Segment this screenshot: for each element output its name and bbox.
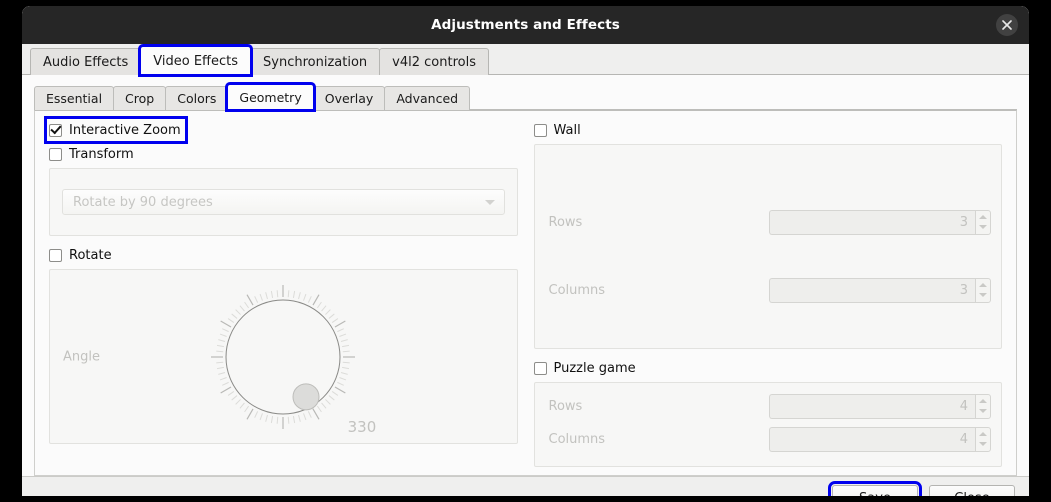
- tab-synchronization[interactable]: Synchronization: [250, 48, 381, 75]
- checkbox-indicator: [533, 361, 547, 375]
- puzzle-rows-value[interactable]: 4: [769, 393, 975, 419]
- save-mnemonic: S: [859, 491, 867, 496]
- geometry-panel: Interactive Zoom Transform Rotate by 90 …: [34, 110, 1017, 476]
- transform-mode-select[interactable]: Rotate by 90 degrees: [62, 189, 505, 215]
- subtab-label: Colors: [177, 91, 217, 106]
- puzzle-columns-label: Columns: [548, 431, 606, 447]
- tab-v4l2-controls[interactable]: v4l2 controls: [379, 48, 489, 75]
- wall-columns-spinbox[interactable]: 3: [769, 277, 991, 303]
- interactive-zoom-label: Interactive Zoom: [69, 122, 181, 138]
- subtab-overlay[interactable]: Overlay: [312, 86, 386, 110]
- checkbox-indicator: [533, 123, 547, 137]
- transform-group: Rotate by 90 degrees: [49, 168, 518, 236]
- wall-group: Rows 3 Columns 3: [533, 144, 1002, 349]
- puzzle-game-checkbox[interactable]: Puzzle game: [533, 357, 1003, 379]
- transform-label: Transform: [69, 146, 134, 162]
- puzzle-columns-row: Columns 4: [535, 424, 1002, 454]
- geometry-left-column: Interactive Zoom Transform Rotate by 90 …: [41, 116, 526, 467]
- spinner-down-icon[interactable]: [979, 408, 987, 413]
- geometry-right-column: Wall Rows 3 Columns 3 Puzzle game Rows 4…: [526, 119, 1011, 467]
- dialog-body: Audio Effects Video Effects Synchronizat…: [22, 44, 1029, 496]
- puzzle-rows-spinbox[interactable]: 4: [769, 393, 991, 419]
- spinner-up-icon[interactable]: [979, 432, 987, 437]
- tab-audio-effects[interactable]: Audio Effects: [30, 48, 142, 75]
- close-label-rest: lose: [963, 491, 989, 496]
- tab-label: Audio Effects: [43, 54, 129, 70]
- spinner-buttons[interactable]: [975, 209, 991, 235]
- tab-video-effects[interactable]: Video Effects: [138, 44, 254, 77]
- subtab-geometry[interactable]: Geometry: [225, 82, 316, 112]
- wall-rows-row: Rows 3: [535, 207, 1002, 237]
- video-effects-page: Essential Crop Colors Geometry Overlay A…: [22, 75, 1029, 476]
- spinner-down-icon[interactable]: [979, 441, 987, 446]
- wall-checkbox[interactable]: Wall: [533, 119, 1003, 141]
- checkbox-indicator: [49, 123, 62, 137]
- save-label-rest: ave: [867, 491, 891, 496]
- subtab-label: Overlay: [324, 91, 374, 106]
- wall-label: Wall: [553, 122, 581, 138]
- puzzle-columns-value[interactable]: 4: [769, 426, 975, 452]
- interactive-zoom-checkbox[interactable]: Interactive Zoom: [44, 116, 188, 144]
- adjustments-and-effects-window: Adjustments and Effects Audio Effects Vi…: [22, 6, 1029, 496]
- checkbox-indicator: [49, 248, 62, 262]
- window-title: Adjustments and Effects: [431, 17, 620, 33]
- angle-value: 330: [347, 417, 377, 436]
- rotate-label: Rotate: [69, 247, 112, 263]
- subtab-colors[interactable]: Colors: [165, 86, 229, 110]
- angle-dial-icon: [211, 284, 356, 429]
- tab-label: Synchronization: [263, 54, 368, 70]
- subtab-label: Essential: [46, 91, 103, 106]
- wall-rows-spinbox[interactable]: 3: [769, 209, 991, 235]
- angle-label: Angle: [63, 349, 100, 364]
- video-effects-tab-bar: Essential Crop Colors Geometry Overlay A…: [34, 82, 1029, 112]
- rotate-group: Angle 330: [49, 269, 518, 444]
- subtab-crop[interactable]: Crop: [113, 86, 167, 110]
- transform-mode-value: Rotate by 90 degrees: [73, 194, 213, 210]
- tab-label: v4l2 controls: [392, 54, 476, 70]
- close-button[interactable]: Close: [929, 485, 1015, 496]
- close-window-button[interactable]: [996, 14, 1018, 36]
- window-titlebar: Adjustments and Effects: [22, 6, 1029, 44]
- rotate-checkbox[interactable]: Rotate: [49, 244, 518, 266]
- save-button[interactable]: Save: [828, 481, 922, 496]
- dialog-footer: Save Close: [22, 476, 1029, 496]
- spinner-up-icon[interactable]: [979, 215, 987, 220]
- subtab-label: Advanced: [396, 91, 459, 106]
- wall-rows-value[interactable]: 3: [769, 209, 975, 235]
- spinner-buttons[interactable]: [975, 393, 991, 419]
- wall-columns-value[interactable]: 3: [769, 277, 975, 303]
- wall-columns-row: Columns 3: [535, 275, 1002, 305]
- close-mnemonic: C: [954, 491, 963, 496]
- spinner-up-icon[interactable]: [979, 399, 987, 404]
- close-icon: [1002, 20, 1012, 30]
- spinner-down-icon[interactable]: [979, 292, 987, 297]
- puzzle-game-group: Rows 4 Columns 4: [533, 382, 1002, 467]
- puzzle-columns-spinbox[interactable]: 4: [769, 426, 991, 452]
- angle-dial[interactable]: 330: [200, 274, 376, 440]
- subtab-advanced[interactable]: Advanced: [384, 86, 471, 110]
- puzzle-rows-label: Rows: [548, 398, 583, 414]
- wall-rows-label: Rows: [548, 214, 583, 230]
- subtab-essential[interactable]: Essential: [34, 86, 115, 110]
- subtab-label: Crop: [125, 91, 155, 106]
- transform-checkbox[interactable]: Transform: [49, 143, 518, 165]
- subtab-label: Geometry: [239, 90, 302, 105]
- main-tab-bar: Audio Effects Video Effects Synchronizat…: [22, 44, 1029, 77]
- chevron-down-icon: [484, 200, 495, 205]
- spinner-buttons[interactable]: [975, 277, 991, 303]
- spinner-buttons[interactable]: [975, 426, 991, 452]
- wall-columns-label: Columns: [548, 282, 606, 298]
- spinner-down-icon[interactable]: [979, 224, 987, 229]
- spinner-up-icon[interactable]: [979, 283, 987, 288]
- tab-label: Video Effects: [153, 53, 239, 69]
- checkbox-indicator: [49, 147, 62, 161]
- puzzle-game-label: Puzzle game: [553, 360, 636, 376]
- puzzle-rows-row: Rows 4: [535, 391, 1002, 421]
